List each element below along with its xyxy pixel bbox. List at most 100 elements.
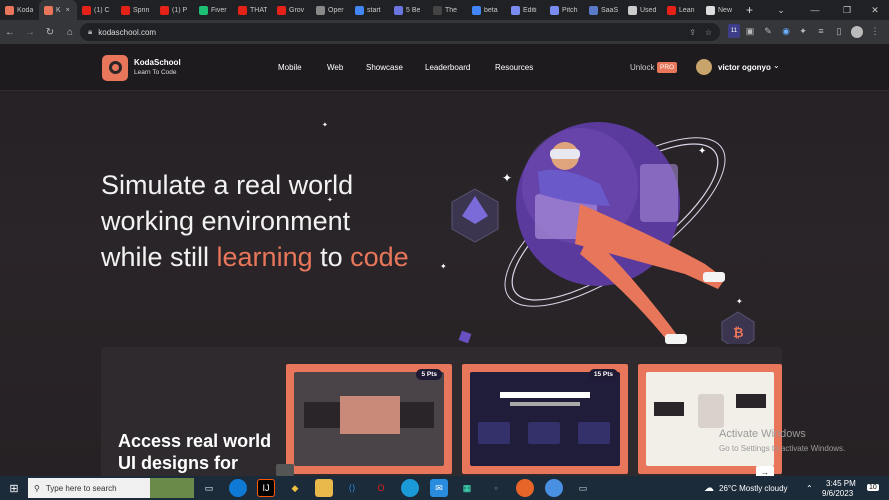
opera-icon[interactable]: O [372, 479, 390, 497]
side-panel-icon[interactable]: ▯ [833, 24, 845, 38]
browser-tab[interactable]: start [350, 0, 389, 20]
tab-search-icon[interactable]: ⌄ [766, 0, 796, 20]
browser-tab[interactable]: Sprin [116, 0, 155, 20]
browser-tab[interactable]: The [428, 0, 467, 20]
tab-title: Oper [328, 6, 344, 14]
chevron-down-icon[interactable]: ⌄ [773, 61, 780, 70]
browser-tab[interactable]: (1) C [77, 0, 116, 20]
git-icon[interactable]: ◆ [286, 479, 304, 497]
browser-tab[interactable]: Koda [0, 0, 39, 20]
browser-tab[interactable]: (1) P [155, 0, 194, 20]
nav-resources[interactable]: Resources [495, 63, 533, 72]
file-explorer-icon[interactable] [315, 479, 333, 497]
browser-tab[interactable]: Grov [272, 0, 311, 20]
vscode-icon[interactable]: ⟨⟩ [343, 479, 361, 497]
browser-tab[interactable]: SaaS [584, 0, 623, 20]
store-icon[interactable]: ▦ [458, 479, 476, 497]
tab-title: 5 Be [406, 6, 421, 14]
hologram-panel [640, 164, 678, 222]
eyedropper-icon[interactable]: ✎ [762, 24, 774, 38]
tab-favicon-icon [5, 5, 14, 15]
browser-toolbar: ← → ↻ ⌂ 🔒︎ kodaschool.com ⇪ ☆ 11 ▣ ✎ ◉ ✦… [0, 20, 889, 44]
browser-tab[interactable]: Used [623, 0, 662, 20]
intellij-icon[interactable]: IJ [257, 479, 275, 497]
kodaschool-logo[interactable] [102, 55, 128, 81]
tab-title: Lean [679, 6, 695, 14]
browser-tab[interactable]: THAT [233, 0, 272, 20]
pro-badge[interactable]: PRO [657, 62, 678, 73]
menu-kebab-icon[interactable]: ⋮ [869, 24, 881, 38]
firefox-icon[interactable] [516, 479, 534, 497]
tray-chevron-icon[interactable]: ⌃ [806, 484, 813, 493]
design-card-3[interactable] [638, 364, 782, 474]
app-icon[interactable] [401, 479, 419, 497]
task-view-icon[interactable]: ▭ [200, 479, 218, 497]
weather-text[interactable]: 26°C Mostly cloudy [719, 484, 788, 493]
chrome-icon[interactable] [545, 479, 563, 497]
user-avatar[interactable] [696, 59, 712, 75]
hero-accent-code: code [350, 242, 409, 272]
forward-icon[interactable]: → [20, 27, 40, 38]
clock-date[interactable]: 9/6/2023 [822, 489, 853, 498]
tab-favicon-icon [44, 5, 53, 15]
activate-windows-subtitle: Go to Settings to activate Windows. [719, 444, 846, 453]
browser-tab[interactable]: Fiver [194, 0, 233, 20]
tab-favicon-icon [238, 5, 247, 15]
minimize-icon[interactable]: — [800, 0, 830, 20]
back-icon[interactable]: ← [0, 27, 20, 38]
windows-start-icon[interactable]: ⊞ [0, 476, 28, 500]
profile-avatar[interactable] [851, 26, 863, 38]
browser-tab[interactable]: Oper [311, 0, 350, 20]
app-icon-2[interactable]: ▭ [574, 479, 592, 497]
extension-icon-2[interactable]: ▣ [744, 24, 756, 38]
design-card-2[interactable]: 15 Pts [462, 364, 628, 474]
taskbar-search[interactable]: ⚲ Type here to search [28, 478, 194, 498]
close-window-icon[interactable]: ✕ [860, 0, 889, 20]
browser-tab[interactable]: Pitch [545, 0, 584, 20]
nav-showcase[interactable]: Showcase [366, 63, 403, 72]
user-name[interactable]: victor ogonyo [718, 63, 771, 72]
reload-icon[interactable]: ↻ [40, 27, 60, 38]
browser-tab[interactable]: Editi [506, 0, 545, 20]
tab-favicon-icon [433, 5, 442, 15]
unlock-link[interactable]: Unlock [630, 63, 654, 72]
section-title-line-2: UI designs for [118, 453, 239, 473]
mail-icon[interactable]: ✉ [430, 479, 448, 497]
share-icon[interactable]: ⇪ [689, 28, 696, 37]
brand-name[interactable]: KodaSchool [134, 58, 181, 67]
tab-title: (1) P [172, 6, 188, 14]
maximize-icon[interactable]: ❐ [832, 0, 862, 20]
url-bar[interactable]: 🔒︎ kodaschool.com ⇪ ☆ [80, 23, 720, 41]
card-2-sub [510, 402, 580, 406]
design-card-1[interactable]: 5 Pts [286, 364, 452, 474]
puzzle-icon[interactable]: ✦ [797, 24, 809, 38]
browser-tab[interactable]: New [701, 0, 740, 20]
new-tab-button[interactable]: + [740, 3, 759, 17]
browser-tab[interactable]: K × [39, 0, 77, 20]
extension-badge: 11 [730, 28, 738, 34]
home-icon[interactable]: ⌂ [60, 27, 80, 38]
settings-app-icon[interactable]: ▫ [487, 479, 505, 497]
scroll-prev-button[interactable] [276, 464, 294, 476]
extension-icon[interactable]: 11 [728, 24, 740, 38]
reading-list-icon[interactable]: ≡ [815, 24, 827, 38]
nav-leaderboard[interactable]: Leaderboard [425, 63, 470, 72]
notification-badge[interactable]: 10 [867, 484, 879, 491]
nav-web[interactable]: Web [327, 63, 343, 72]
hero-accent-learning: learning [216, 242, 313, 272]
sparkle-icon: ✦ [502, 171, 512, 185]
browser-tab-bar: Koda K × (1) C Sprin (1) P Fiver THAT Grov Oper st… [0, 0, 889, 20]
edge-icon[interactable] [229, 479, 247, 497]
browser-tab[interactable]: Lean [662, 0, 701, 20]
nav-mobile[interactable]: Mobile [278, 63, 302, 72]
bookmark-star-icon[interactable]: ☆ [705, 28, 712, 37]
web-page: KodaSchool Learn To Code Mobile Web Show… [0, 44, 889, 476]
browser-tab[interactable]: 5 Be [389, 0, 428, 20]
screen-capture-icon[interactable]: ◉ [780, 24, 792, 38]
sparkle-icon-2: ✦ [698, 146, 706, 157]
browser-tab[interactable]: beta [467, 0, 506, 20]
star-dot-icon-2: ✦ [327, 197, 333, 204]
tab-close-icon[interactable]: × [66, 7, 70, 14]
clock-time[interactable]: 3:45 PM [826, 479, 856, 488]
design-card-2-preview [470, 372, 620, 466]
